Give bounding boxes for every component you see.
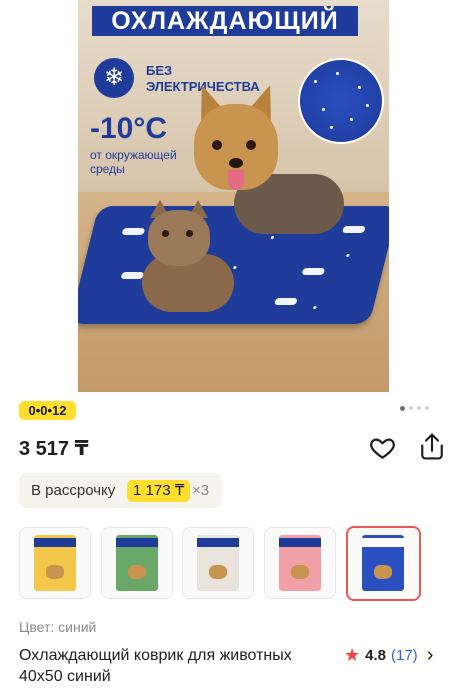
temperature-note: от окружающей среды	[90, 148, 177, 176]
pager-dot	[409, 406, 413, 410]
cat-illustration	[142, 200, 242, 312]
installment-multiplier: ×3	[192, 482, 210, 499]
pager-dot	[417, 406, 421, 410]
product-image[interactable]: ОХЛАЖДАЮЩИЙ ❄ БЕЗ ЭЛЕКТРИЧЕСТВА -10°C от…	[78, 0, 389, 392]
heart-icon[interactable]	[369, 434, 396, 461]
rating-value: 4.8	[365, 646, 386, 664]
snowflake-icon: ❄	[94, 58, 134, 98]
product-price: 3 517 ₸	[19, 438, 89, 460]
rating-link[interactable]: ★ 4.8 (17) ›	[344, 644, 433, 666]
variant-thumb-yellow[interactable]	[19, 527, 91, 599]
review-count: (17)	[391, 646, 418, 664]
installment-button[interactable]: В рассрочку 1 173 ₸ ×3	[19, 473, 222, 508]
product-title: Охлаждающий коврик для животных 40x50 си…	[19, 647, 292, 685]
hero-banner: ОХЛАЖДАЮЩИЙ	[92, 6, 358, 36]
color-variant-thumbnails	[19, 526, 449, 604]
no-electricity-line1: БЕЗ	[146, 63, 173, 78]
pager-dot	[425, 406, 429, 410]
pager-dot	[400, 405, 405, 411]
chevron-right-icon: ›	[426, 643, 434, 666]
temperature-label: -10°C	[90, 112, 168, 145]
installment-amount: 1 173 ₸	[127, 480, 191, 502]
gallery-pager	[400, 405, 429, 411]
installment-promo-badge: 0•0•12	[19, 401, 76, 420]
installment-label: В рассрочку	[31, 482, 116, 499]
variant-thumb-white[interactable]	[182, 527, 254, 599]
variant-thumb-pink[interactable]	[264, 527, 336, 599]
color-label: Цвет: синий	[19, 619, 97, 635]
star-icon: ★	[344, 644, 361, 665]
mat-pattern-circle	[298, 58, 384, 144]
variant-thumb-green[interactable]	[101, 527, 173, 599]
variant-thumb-blue[interactable]	[346, 526, 421, 601]
share-icon[interactable]	[419, 432, 445, 461]
